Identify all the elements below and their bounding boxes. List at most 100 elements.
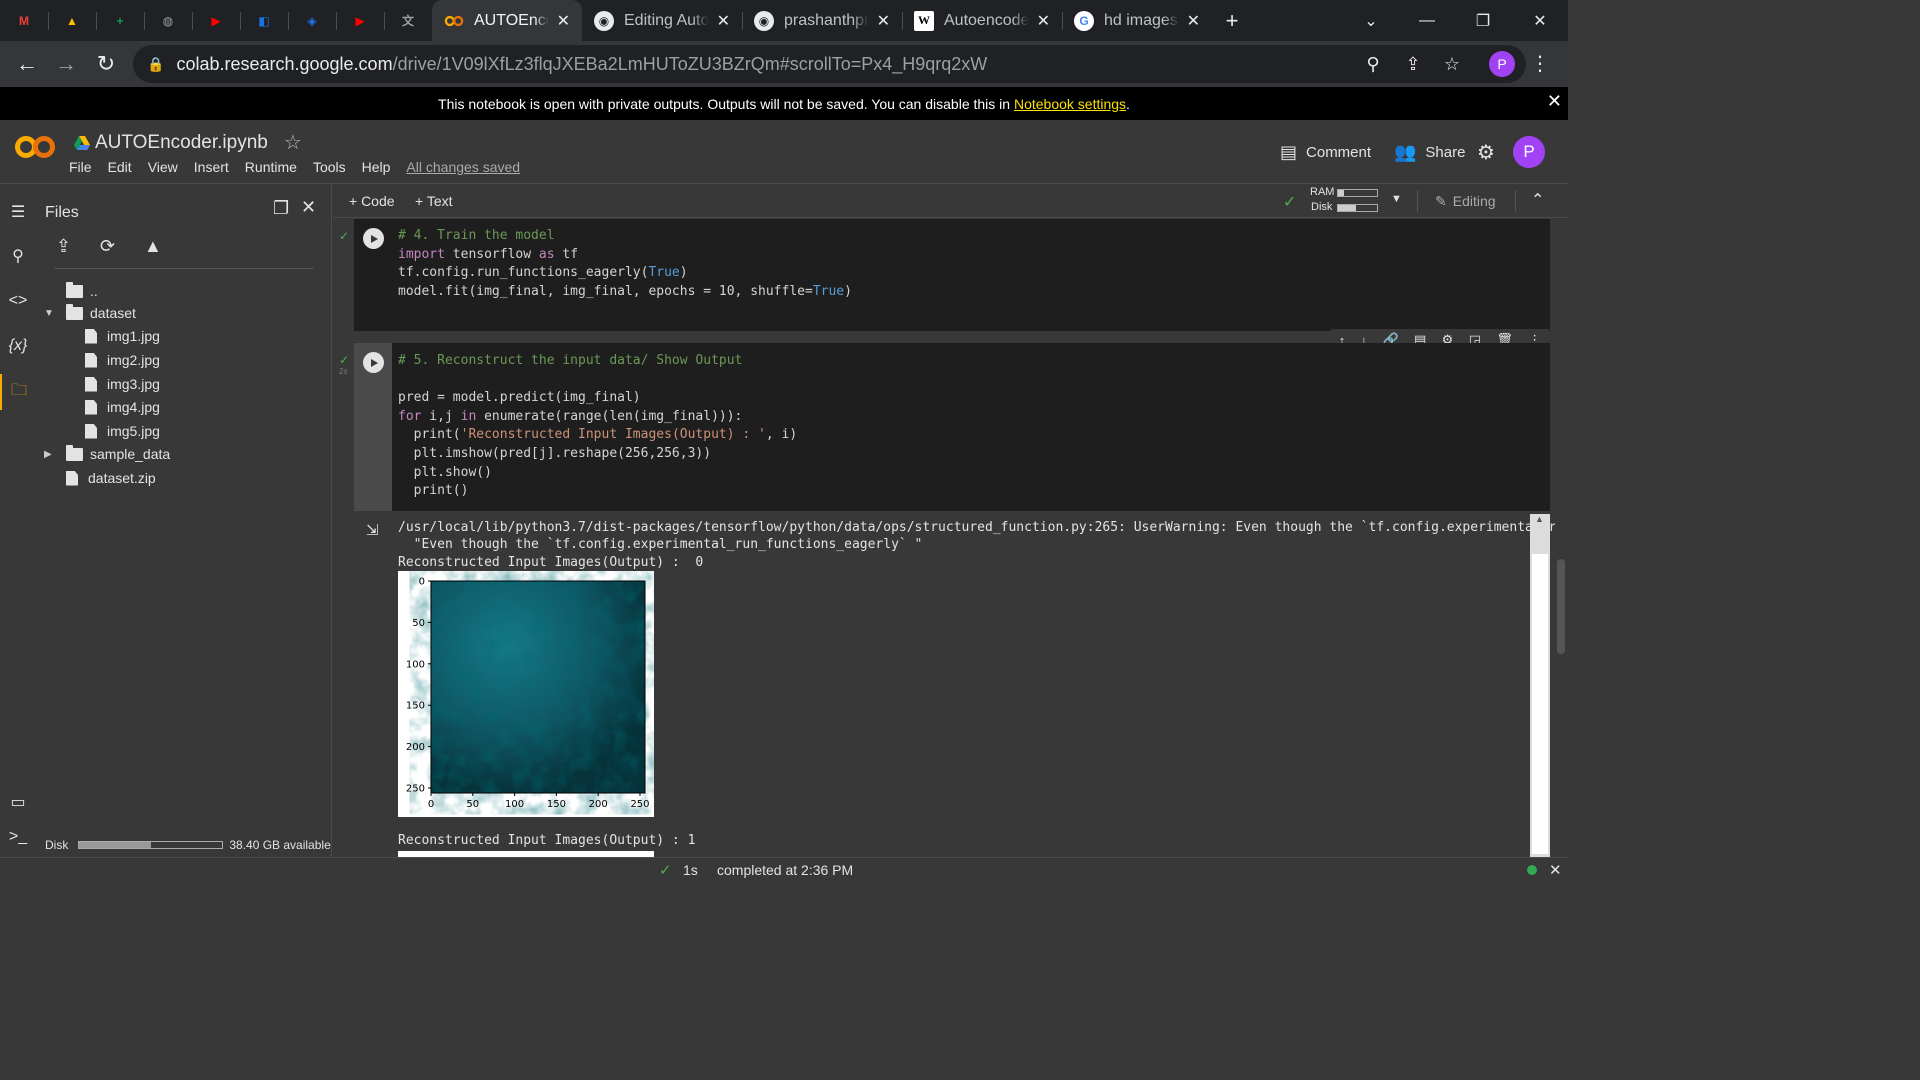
output-scrollbar[interactable]: ▲ xyxy=(1530,514,1550,857)
scrollbar-thumb[interactable] xyxy=(1557,559,1565,654)
comment-icon: ▤ xyxy=(1280,142,1298,162)
upload-file-icon[interactable]: ⇪ xyxy=(56,236,100,257)
menu-item-insert[interactable]: Insert xyxy=(194,159,229,175)
mount-drive-icon[interactable]: ▲ xyxy=(144,236,188,257)
settings-gear-icon[interactable]: ⚙ xyxy=(1477,140,1495,165)
account-avatar[interactable]: P xyxy=(1513,136,1545,168)
tree-file[interactable]: img4.jpg xyxy=(85,396,160,418)
file-icon xyxy=(85,399,97,415)
menu-item-view[interactable]: View xyxy=(148,159,178,175)
cell-success-check-icon: ✓ xyxy=(339,229,350,243)
menu-item-runtime[interactable]: Runtime xyxy=(245,159,297,175)
command-palette-icon[interactable]: ▭ xyxy=(0,784,36,820)
code-line: for i,j in enumerate(range(len(img_final… xyxy=(398,408,743,424)
editing-mode-button[interactable]: ✎ Editing xyxy=(1435,193,1496,210)
kebab-menu-icon[interactable]: ⋮ xyxy=(1530,51,1550,76)
run-cell-button[interactable] xyxy=(363,352,384,373)
code-line: import tensorflow as tf xyxy=(398,246,579,262)
pinned-tab[interactable]: ◍ xyxy=(144,0,192,41)
tree-parent[interactable]: .. xyxy=(44,280,98,302)
notebook-settings-link[interactable]: Notebook settings xyxy=(1014,96,1126,112)
pinned-tab[interactable]: ◈ xyxy=(288,0,336,41)
runtime-dropdown-icon[interactable]: ▼ xyxy=(1391,193,1402,205)
menu-item-help[interactable]: Help xyxy=(362,159,391,175)
close-tab-icon[interactable]: ✕ xyxy=(1037,11,1050,31)
code-cell-5-source[interactable]: # 5. Reconstruct the input data/ Show Ou… xyxy=(398,352,797,501)
close-window-button[interactable]: ✕ xyxy=(1512,0,1568,41)
search-icon[interactable]: ⚲ xyxy=(0,238,36,274)
tree-file[interactable]: img2.jpg xyxy=(85,349,160,371)
caret-down-icon[interactable]: ▼ xyxy=(44,308,58,319)
variables-icon[interactable]: {x} xyxy=(0,328,36,364)
zoom-icon[interactable]: ⚲ xyxy=(1355,45,1391,83)
address-bar[interactable]: 🔒 colab.research.google.com/drive/1V09lX… xyxy=(133,45,1526,83)
colab-logo[interactable] xyxy=(14,132,56,162)
sheets-icon: + xyxy=(116,13,124,28)
bookmark-star-icon[interactable]: ☆ xyxy=(1434,45,1470,83)
add-text-button[interactable]: + Text xyxy=(415,193,453,209)
tree-file[interactable]: img1.jpg xyxy=(85,325,160,347)
collapse-header-icon[interactable]: ⌃ xyxy=(1531,190,1544,210)
run-cell-button[interactable] xyxy=(363,228,384,249)
banner-close-icon[interactable]: ✕ xyxy=(1547,91,1562,112)
star-icon[interactable]: ☆ xyxy=(284,130,302,155)
close-tab-icon[interactable]: ✕ xyxy=(717,11,730,31)
code-cell-4-source[interactable]: # 4. Train the model import tensorflow as… xyxy=(398,227,852,301)
table-of-contents-icon[interactable]: ☰ xyxy=(0,194,36,230)
tree-folder[interactable]: ▼ dataset xyxy=(44,302,136,324)
scrollbar-thumb[interactable] xyxy=(1532,554,1548,854)
comment-button[interactable]: ▤ Comment xyxy=(1280,142,1371,163)
add-code-button[interactable]: + Code xyxy=(349,193,395,209)
files-folder-icon[interactable]: 🗀 xyxy=(0,374,36,410)
pinned-tab[interactable]: ◧ xyxy=(240,0,288,41)
open-in-tab-icon[interactable]: ❐ xyxy=(273,198,289,219)
close-tab-icon[interactable]: ✕ xyxy=(557,11,570,31)
menu-item-tools[interactable]: Tools xyxy=(313,159,346,175)
status-close-icon[interactable]: ✕ xyxy=(1549,861,1562,879)
notebook-title[interactable]: AUTOEncoder.ipynb xyxy=(95,132,268,154)
browser-tab[interactable]: Ghd images - Google ✕ xyxy=(1062,0,1212,41)
new-tab-button[interactable]: + xyxy=(1212,0,1252,41)
caret-right-icon[interactable]: ▶ xyxy=(44,449,58,460)
reload-icon[interactable]: ↻ xyxy=(86,44,126,84)
share-page-icon[interactable]: ⇪ xyxy=(1395,45,1431,83)
menu-item-file[interactable]: File xyxy=(69,159,92,175)
browser-tab[interactable]: W Autoencoder - Wikipedia ✕ xyxy=(902,0,1062,41)
terminal-icon[interactable]: >_ xyxy=(0,819,36,855)
code-line: print() xyxy=(398,483,469,499)
profile-avatar[interactable]: P xyxy=(1489,51,1515,77)
restore-button[interactable]: ❐ xyxy=(1455,0,1511,41)
close-tab-icon[interactable]: ✕ xyxy=(1187,11,1200,31)
tree-file[interactable]: dataset.zip xyxy=(44,467,156,489)
menu-item-edit[interactable]: Edit xyxy=(108,159,132,175)
pinned-tab[interactable]: 文 xyxy=(384,0,432,41)
pinned-tab[interactable]: ▶ xyxy=(192,0,240,41)
pinned-tab[interactable]: ▶ xyxy=(336,0,384,41)
pinned-tab[interactable]: ▲ xyxy=(48,0,96,41)
tree-file[interactable]: img3.jpg xyxy=(85,373,160,395)
clear-output-icon[interactable]: ⇲ xyxy=(366,521,379,539)
minimize-button[interactable]: — xyxy=(1399,0,1455,41)
browser-tab[interactable]: ◉ Editing AutoEncoder ✕ xyxy=(582,0,742,41)
share-button[interactable]: 👥 Share xyxy=(1394,142,1465,163)
scroll-up-arrow[interactable]: ▲ xyxy=(1535,514,1544,524)
tree-file[interactable]: img5.jpg xyxy=(85,420,160,442)
tree-folder[interactable]: ▶ sample_data xyxy=(44,443,170,465)
tree-item-label: dataset xyxy=(90,305,136,321)
code-snippets-icon[interactable]: <> xyxy=(0,283,36,319)
browser-tab[interactable]: ◉ prashanthprasad ✕ xyxy=(742,0,902,41)
back-arrow-icon[interactable]: ← xyxy=(7,44,47,84)
tab-search-icon[interactable]: ⌄ xyxy=(1343,0,1399,41)
save-status[interactable]: All changes saved xyxy=(406,159,520,175)
disk-usage: Disk 38.40 GB available xyxy=(45,838,331,852)
refresh-folder-icon[interactable]: ⟳ xyxy=(100,236,144,257)
notebook-scrollbar[interactable] xyxy=(1555,219,1568,857)
pinned-tab[interactable]: + xyxy=(96,0,144,41)
pinned-tab[interactable]: M xyxy=(0,0,48,41)
tree-item-label: sample_data xyxy=(90,446,171,462)
close-panel-icon[interactable]: ✕ xyxy=(301,197,316,218)
forward-arrow-icon[interactable]: → xyxy=(46,44,86,84)
close-tab-icon[interactable]: ✕ xyxy=(877,11,890,31)
browser-tab[interactable]: AUTOEncoder.ipynb ✕ xyxy=(432,0,582,41)
compass-icon: ◈ xyxy=(307,13,317,28)
